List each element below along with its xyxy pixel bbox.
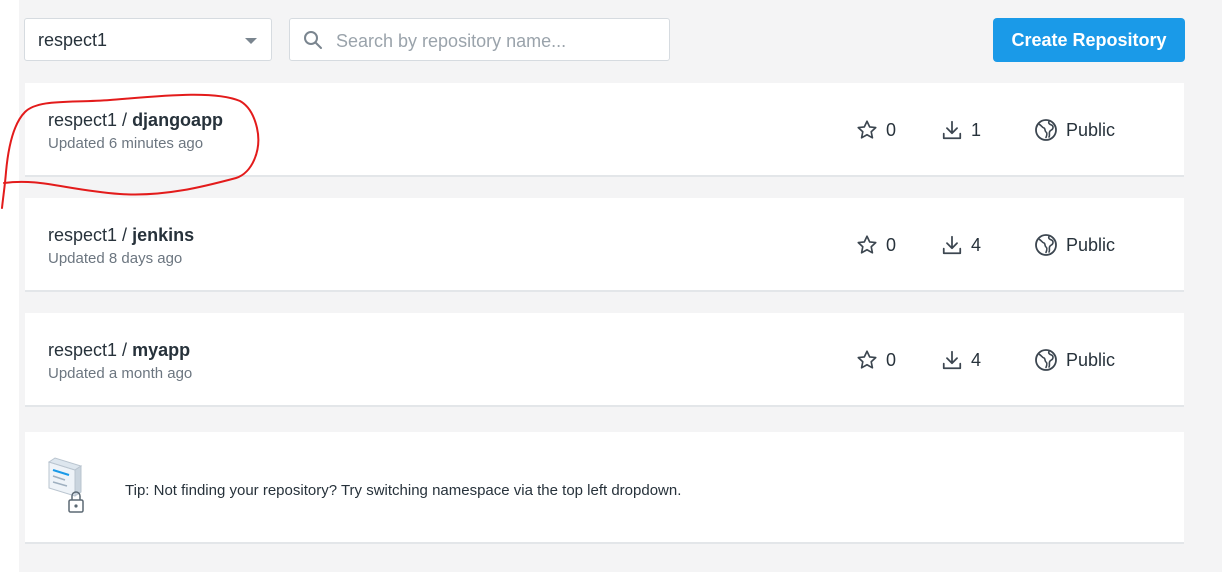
- repo-updated: Updated a month ago: [48, 365, 193, 382]
- star-count: 0: [886, 119, 897, 140]
- chevron-down-icon: [245, 38, 257, 44]
- search-icon: [304, 31, 322, 49]
- globe-icon: [1035, 349, 1057, 371]
- tip-text: Tip: Not finding your repository? Try sw…: [125, 482, 682, 499]
- star-count: 0: [886, 234, 897, 255]
- search-box[interactable]: [289, 18, 670, 61]
- repo-name: myapp: [132, 340, 191, 360]
- repo-separator: /: [117, 225, 133, 245]
- tip-box: Tip: Not finding your repository? Try sw…: [25, 432, 1184, 544]
- repository-lock-illustration-icon: [47, 457, 84, 513]
- repo-row[interactable]: respect1 / myapp Updated a month ago 0 4…: [25, 313, 1184, 407]
- repo-title[interactable]: respect1 / myapp: [48, 340, 190, 361]
- pull-count: 4: [971, 349, 982, 370]
- create-repository-button[interactable]: Create Repository: [993, 18, 1185, 62]
- repo-title[interactable]: respect1 / djangoapp: [48, 110, 223, 131]
- pull-count: 4: [971, 234, 982, 255]
- visibility-label: Public: [1066, 119, 1116, 140]
- repo-row[interactable]: respect1 / djangoapp Updated 6 minutes a…: [25, 83, 1184, 177]
- repo-pulls: 1: [941, 118, 981, 142]
- repo-updated: Updated 8 days ago: [48, 250, 183, 267]
- star-icon: [857, 350, 877, 369]
- repo-separator: /: [117, 110, 133, 130]
- star-count: 0: [886, 349, 897, 370]
- search-input[interactable]: [334, 27, 658, 55]
- namespace-value: respect1: [38, 30, 108, 50]
- repo-visibility: Public: [1034, 118, 1115, 142]
- repo-stars: 0: [856, 233, 896, 257]
- star-icon: [857, 120, 877, 139]
- repo-stars: 0: [856, 348, 896, 372]
- download-icon: [942, 235, 962, 255]
- repo-pulls: 4: [941, 233, 981, 257]
- visibility-label: Public: [1066, 349, 1116, 370]
- repo-row[interactable]: respect1 / jenkins Updated 8 days ago 0 …: [25, 198, 1184, 292]
- repo-name: djangoapp: [132, 110, 224, 130]
- repo-visibility: Public: [1034, 233, 1115, 257]
- repo-stars: 0: [856, 118, 896, 142]
- repo-visibility: Public: [1034, 348, 1115, 372]
- visibility-label: Public: [1066, 234, 1116, 255]
- star-icon: [857, 235, 877, 254]
- repo-title[interactable]: respect1 / jenkins: [48, 225, 194, 246]
- globe-icon: [1035, 119, 1057, 141]
- download-icon: [942, 120, 962, 140]
- repo-separator: /: [117, 340, 133, 360]
- repo-owner: respect1: [48, 110, 118, 130]
- globe-icon: [1035, 234, 1057, 256]
- download-icon: [942, 350, 962, 370]
- pull-count: 1: [971, 119, 982, 140]
- namespace-dropdown[interactable]: respect1: [24, 18, 272, 61]
- repo-pulls: 4: [941, 348, 981, 372]
- repo-owner: respect1: [48, 340, 118, 360]
- repo-owner: respect1: [48, 225, 118, 245]
- repo-updated: Updated 6 minutes ago: [48, 135, 204, 152]
- repo-name: jenkins: [132, 225, 195, 245]
